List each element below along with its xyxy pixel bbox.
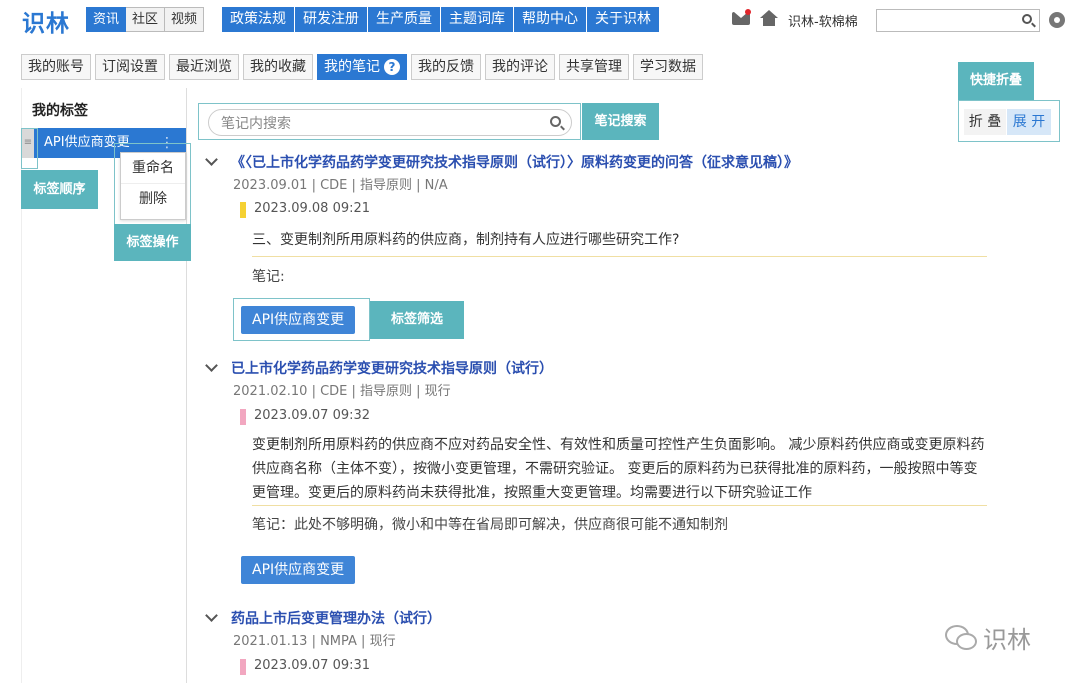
nav-about[interactable]: 关于识林 xyxy=(587,7,659,32)
home-icon[interactable] xyxy=(760,10,778,26)
note-title[interactable]: 《〈已上市化学药品药学变更研究技术指导原则（试行）〉原料药变更的问答（征求意见稿… xyxy=(231,152,798,172)
chevron-down-icon[interactable] xyxy=(205,359,218,372)
username[interactable]: 识林-软棉棉 xyxy=(788,11,858,30)
tag-context-menu: 重命名 删除 xyxy=(120,152,186,220)
search-icon[interactable] xyxy=(550,116,561,127)
rename-menu-item[interactable]: 重命名 xyxy=(121,153,185,183)
collapse-all-button[interactable]: 折 叠 xyxy=(964,109,1006,135)
note-title[interactable]: 已上市化学药品药学变更研究技术指导原则（试行） xyxy=(231,358,553,378)
watermark: 识林 xyxy=(945,620,1031,655)
site-logo[interactable]: 识林 xyxy=(22,4,70,38)
tab-sharing[interactable]: 共享管理 xyxy=(559,54,629,80)
tags-title: 我的标签 xyxy=(32,103,88,119)
wechat-icon xyxy=(945,624,977,651)
notes-search-input[interactable] xyxy=(208,109,572,136)
delete-menu-item[interactable]: 删除 xyxy=(121,183,185,213)
note-quote: 变更制剂所用原料药的供应商不应对药品安全性、有效性和质量可控性产生负面影响。 减… xyxy=(252,437,985,501)
tab-notes[interactable]: 我的笔记 ? xyxy=(317,54,407,80)
callout-quick-fold: 快捷折叠 xyxy=(958,62,1034,100)
nav-glossary[interactable]: 主题词库 xyxy=(441,7,514,32)
main-nav: 政策法规 研发注册 生产质量 主题词库 帮助中心 关于识林 xyxy=(222,7,659,32)
tab-recent[interactable]: 最近浏览 xyxy=(169,54,239,80)
note-divider xyxy=(252,505,987,506)
tab-comments[interactable]: 我的评论 xyxy=(485,54,555,80)
help-icon[interactable]: ? xyxy=(384,59,400,75)
tag-order-highlight xyxy=(21,128,38,169)
segment-news[interactable]: 资讯 xyxy=(86,7,127,32)
segment-video[interactable]: 视频 xyxy=(165,7,205,32)
nav-help[interactable]: 帮助中心 xyxy=(514,7,587,32)
note-header: 《〈已上市化学药品药学变更研究技术指导原则（试行）〉原料药变更的问答（征求意见稿… xyxy=(205,152,798,172)
note-comment: 笔记：此处不够明确，微小和中等在省局即可解决，供应商很可能不通知制剂 xyxy=(252,517,728,533)
note-meta: 2021.02.10 | CDE | 指导原则 | 现行 xyxy=(233,384,451,399)
note-quote: 三、变更制剂所用原料药的供应商，制剂持有人应进行哪些研究工作? xyxy=(252,232,680,248)
note-divider xyxy=(252,256,987,257)
tab-feedback[interactable]: 我的反馈 xyxy=(411,54,481,80)
note-comment: 笔记: xyxy=(252,269,285,285)
account-tabs: 我的账号 订阅设置 最近浏览 我的收藏 我的笔记 ? 我的反馈 我的评论 共享管… xyxy=(21,54,703,80)
note-timestamp: 2023.09.08 09:21 xyxy=(240,201,370,218)
note-meta: 2021.01.13 | NMPA | 现行 xyxy=(233,634,396,649)
tag-chip[interactable]: API供应商变更 xyxy=(241,306,356,334)
callout-tag-filter: 标签筛选 xyxy=(370,301,464,339)
segment-community[interactable]: 社区 xyxy=(126,7,166,32)
callout-tag-ops: 标签操作 xyxy=(114,224,191,261)
tab-notes-label: 我的笔记 xyxy=(324,59,380,75)
tab-learning-data[interactable]: 学习数据 xyxy=(633,54,703,80)
chevron-down-icon[interactable] xyxy=(205,153,218,166)
callout-tag-order: 标签顺序 xyxy=(21,170,98,209)
note-title[interactable]: 药品上市后变更管理办法（试行） xyxy=(231,608,441,628)
tab-favorites[interactable]: 我的收藏 xyxy=(243,54,313,80)
tab-account[interactable]: 我的账号 xyxy=(21,54,91,80)
note-timestamp: 2023.09.07 09:31 xyxy=(240,658,370,675)
note-header: 药品上市后变更管理办法（试行） xyxy=(205,608,441,628)
search-icon[interactable] xyxy=(1022,14,1032,24)
callout-notes-search: 笔记搜索 xyxy=(582,103,659,140)
chevron-down-icon[interactable] xyxy=(205,609,218,622)
nav-production[interactable]: 生产质量 xyxy=(368,7,441,32)
tab-subscription[interactable]: 订阅设置 xyxy=(95,54,165,80)
note-timestamp: 2023.09.07 09:32 xyxy=(240,408,370,425)
watermark-text: 识林 xyxy=(983,626,1031,654)
gear-icon[interactable] xyxy=(1049,12,1065,28)
content-type-switch: 资讯 社区 视频 xyxy=(86,7,205,32)
expand-all-button[interactable]: 展 开 xyxy=(1007,109,1051,135)
tag-chip[interactable]: API供应商变更 xyxy=(241,556,356,584)
notification-dot xyxy=(745,9,751,15)
note-header: 已上市化学药品药学变更研究技术指导原则（试行） xyxy=(205,358,553,378)
nav-policy[interactable]: 政策法规 xyxy=(222,7,295,32)
note-meta: 2023.09.01 | CDE | 指导原则 | N/A xyxy=(233,178,448,193)
nav-rnd[interactable]: 研发注册 xyxy=(295,7,368,32)
top-search-input[interactable] xyxy=(876,9,1040,32)
